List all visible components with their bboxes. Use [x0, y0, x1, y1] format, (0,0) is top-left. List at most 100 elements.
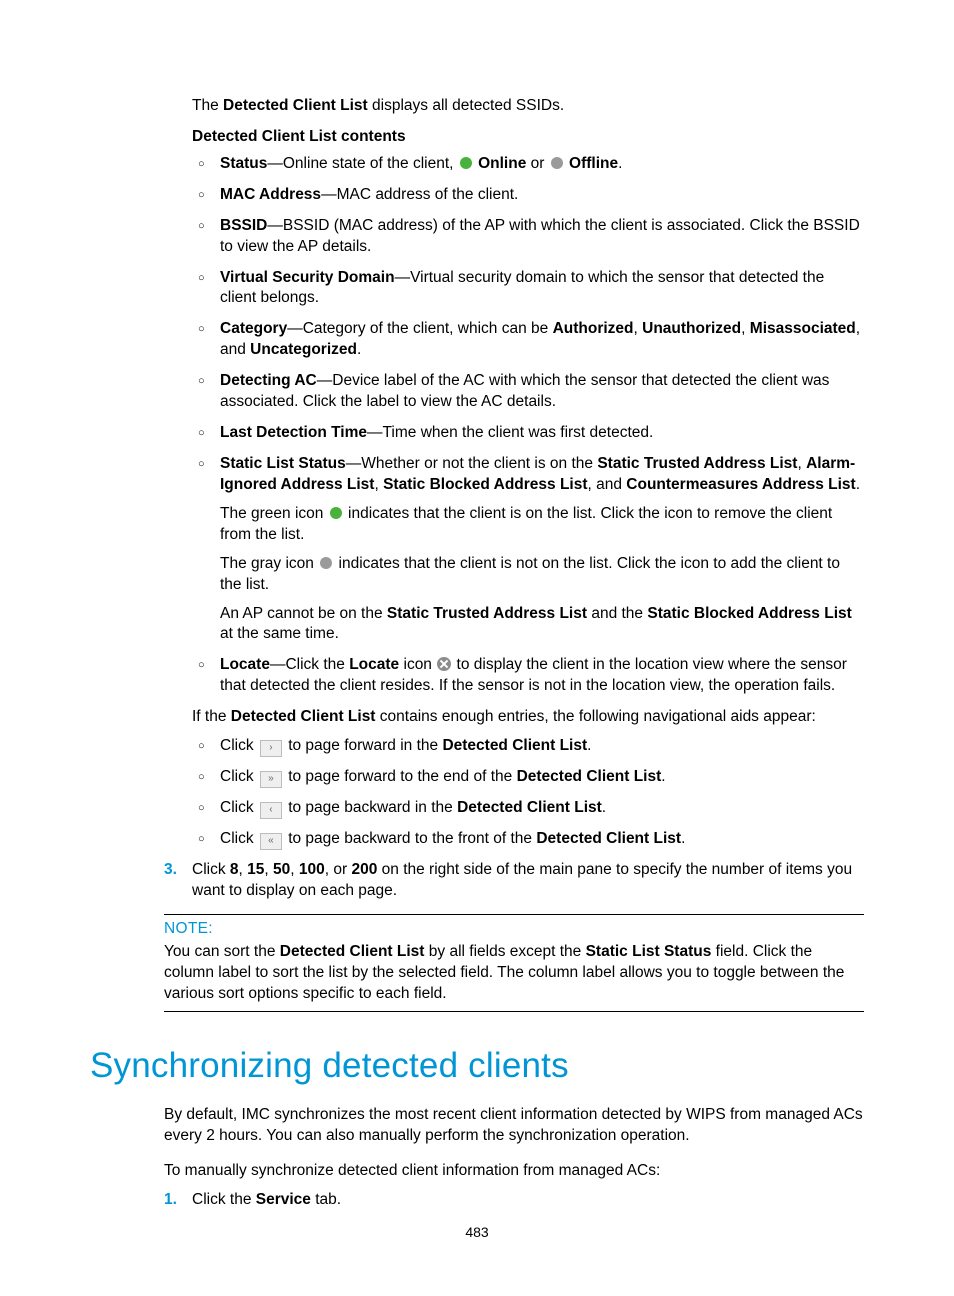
text: ,	[634, 320, 643, 337]
page-first-icon: «	[260, 833, 282, 850]
page-next-icon: ›	[260, 740, 282, 757]
step-3: 3. Click 8, 15, 50, 100, or 200 on the r…	[164, 860, 864, 902]
text: —Online state of the client,	[267, 155, 457, 172]
term: MAC Address	[220, 186, 321, 203]
text: .	[357, 341, 361, 358]
term: Last Detection Time	[220, 424, 367, 441]
text: ,	[797, 455, 806, 472]
term: Misassociated	[750, 320, 856, 337]
divider	[164, 1011, 864, 1012]
text: You can sort the	[164, 943, 280, 960]
nav-item-forward-end: Click » to page forward to the end of th…	[192, 767, 864, 788]
term: Detecting AC	[220, 372, 317, 389]
offline-dot-icon	[551, 157, 563, 169]
term: Detected Client List	[223, 97, 368, 114]
text: If the	[192, 708, 231, 725]
sub-paragraph: The gray icon indicates that the client …	[220, 554, 864, 596]
term: 100	[299, 861, 325, 878]
page-number: 483	[0, 1223, 954, 1242]
list-item-vsd: Virtual Security Domain—Virtual security…	[192, 268, 864, 310]
text: ,	[374, 476, 383, 493]
term: Detected Client List	[442, 737, 587, 754]
paragraph: By default, IMC synchronizes the most re…	[164, 1105, 864, 1147]
list-item-static-list-status: Static List Status—Whether or not the cl…	[192, 454, 864, 645]
text: to page backward in the	[284, 799, 457, 816]
term: Uncategorized	[250, 341, 357, 358]
term: Detected Client List	[536, 830, 681, 847]
term: Static Trusted Address List	[597, 455, 797, 472]
text: .	[602, 799, 606, 816]
term: Category	[220, 320, 287, 337]
note-block: NOTE: You can sort the Detected Client L…	[164, 914, 864, 1012]
online-dot-icon	[460, 157, 472, 169]
nav-intro: If the Detected Client List contains eno…	[192, 707, 864, 728]
document-page: The Detected Client List displays all de…	[0, 0, 954, 1296]
text: , and	[588, 476, 627, 493]
sub-paragraph: The green icon indicates that the client…	[220, 504, 864, 546]
nav-item-backward-front: Click « to page backward to the front of…	[192, 829, 864, 850]
text: and the	[587, 605, 647, 622]
term: Status	[220, 155, 267, 172]
term: Detected Client List	[517, 768, 662, 785]
step-number: 1.	[164, 1190, 192, 1211]
step-body: Click the Service tab.	[192, 1190, 864, 1211]
text: ,	[290, 861, 299, 878]
text: —Whether or not the client is on the	[346, 455, 598, 472]
term: Detected Client List	[280, 943, 425, 960]
section-heading: Synchronizing detected clients	[90, 1042, 864, 1089]
note-body: You can sort the Detected Client List by…	[164, 942, 864, 1005]
text: Click	[220, 737, 258, 754]
text: An AP cannot be on the	[220, 605, 387, 622]
text: —BSSID (MAC address) of the AP with whic…	[220, 217, 860, 255]
list-item-mac: MAC Address—MAC address of the client.	[192, 185, 864, 206]
note-label: NOTE:	[164, 919, 864, 940]
nav-item-backward: Click ‹ to page backward in the Detected…	[192, 798, 864, 819]
term: Locate	[220, 656, 270, 673]
term: Static List Status	[220, 455, 346, 472]
text: The gray icon	[220, 555, 318, 572]
text: Click	[192, 861, 230, 878]
text: Click the	[192, 1191, 256, 1208]
text: at the same time.	[220, 625, 339, 642]
term: BSSID	[220, 217, 267, 234]
text: Click	[220, 830, 258, 847]
text: ,	[239, 861, 248, 878]
text: , or	[325, 861, 352, 878]
page-last-icon: »	[260, 771, 282, 788]
paragraph: To manually synchronize detected client …	[164, 1161, 864, 1182]
text: displays all detected SSIDs.	[368, 97, 564, 114]
term: Offline	[569, 155, 618, 172]
step-number: 3.	[164, 860, 192, 902]
text: or	[526, 155, 548, 172]
text: tab.	[311, 1191, 341, 1208]
term: Static Trusted Address List	[387, 605, 587, 622]
list-item-status: Status—Online state of the client, Onlin…	[192, 154, 864, 175]
section-body: By default, IMC synchronizes the most re…	[164, 1105, 864, 1211]
text: contains enough entries, the following n…	[375, 708, 815, 725]
text: .	[618, 155, 622, 172]
text: The green icon	[220, 505, 328, 522]
text: The	[192, 97, 223, 114]
text: by all fields except the	[424, 943, 585, 960]
term: 8	[230, 861, 239, 878]
term: Locate	[349, 656, 399, 673]
text: —Category of the client, which can be	[287, 320, 552, 337]
list-heading: Detected Client List contents	[192, 127, 864, 148]
divider	[164, 914, 864, 915]
text: .	[661, 768, 665, 785]
term: Detected Client List	[457, 799, 602, 816]
text: ,	[264, 861, 273, 878]
intro-paragraph: The Detected Client List displays all de…	[192, 96, 864, 117]
text: —Time when the client was first detected…	[367, 424, 653, 441]
term: Static List Status	[586, 943, 712, 960]
step-body: Click 8, 15, 50, 100, or 200 on the righ…	[192, 860, 864, 902]
text: —Click the	[270, 656, 349, 673]
term: Static Blocked Address List	[647, 605, 851, 622]
text: Click	[220, 768, 258, 785]
green-dot-icon	[330, 507, 342, 519]
term: Countermeasures Address List	[626, 476, 855, 493]
term: 15	[247, 861, 264, 878]
term: Online	[478, 155, 526, 172]
list-item-category: Category—Category of the client, which c…	[192, 319, 864, 361]
text: Click	[220, 799, 258, 816]
